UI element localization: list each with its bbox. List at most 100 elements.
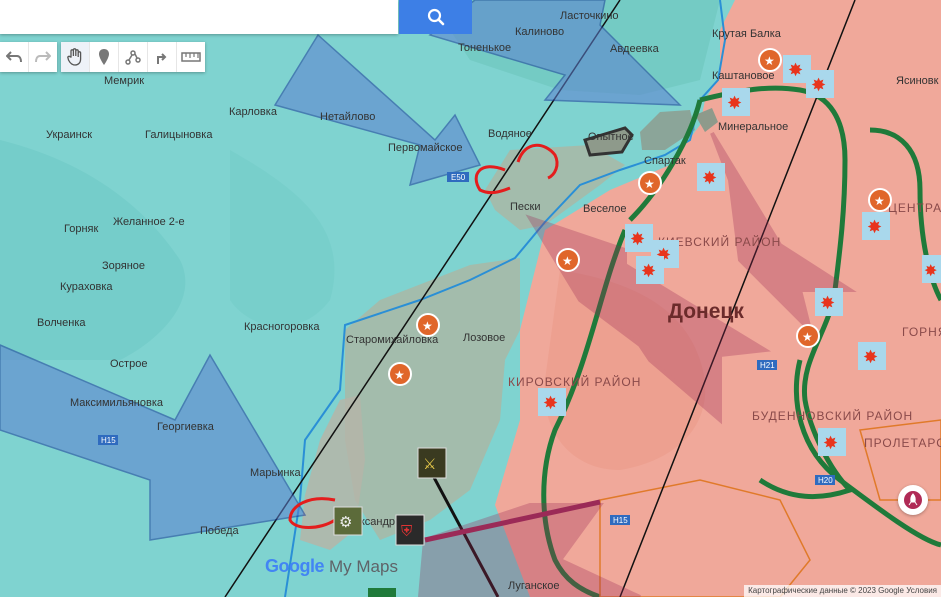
star-marker[interactable]: ★ <box>758 48 782 72</box>
star-marker[interactable]: ★ <box>638 171 662 195</box>
explosion-marker[interactable]: ✸ <box>722 88 750 116</box>
star-marker[interactable]: ★ <box>388 362 412 386</box>
search-bar <box>0 0 472 36</box>
place-label: Авдеевка <box>610 43 660 55</box>
place-label: Ласточкино <box>560 10 619 22</box>
explosion-marker[interactable]: ✸ <box>538 388 566 416</box>
explosion-marker[interactable]: ✸ <box>697 163 725 191</box>
redo-button[interactable] <box>29 42 57 72</box>
star-marker[interactable]: ★ <box>416 313 440 337</box>
place-label: Первомайское <box>388 142 462 154</box>
svg-text:⚙: ⚙ <box>339 513 352 531</box>
undo-icon <box>6 51 22 63</box>
unit-emblem-marker[interactable]: ⚔ <box>417 447 447 479</box>
district-label: КИРОВСКИЙ РАЙОН <box>508 374 641 389</box>
svg-text:✸: ✸ <box>543 393 558 414</box>
road-h21: H21 <box>760 361 775 370</box>
place-label: Водяное <box>488 128 532 140</box>
svg-text:✸: ✸ <box>924 261 937 280</box>
svg-text:★: ★ <box>562 254 573 268</box>
place-label: Острое <box>110 358 147 370</box>
google-my-maps-logo: Google My Maps <box>265 556 398 578</box>
road-e50: E50 <box>451 173 466 182</box>
star-marker[interactable]: ★ <box>556 248 580 272</box>
svg-text:✸: ✸ <box>641 261 656 282</box>
place-marker-button[interactable] <box>898 485 928 515</box>
svg-text:✸: ✸ <box>823 433 838 454</box>
star-marker[interactable]: ★ <box>796 324 820 348</box>
map-canvas[interactable]: E50 H15 H15 H21 H20 Ласточкино Калиново … <box>0 0 941 597</box>
place-label: Опытное <box>588 131 634 143</box>
svg-text:★: ★ <box>394 368 405 382</box>
svg-text:✸: ✸ <box>863 347 878 368</box>
explosion-marker[interactable]: ✸ <box>862 212 890 240</box>
measure-button[interactable] <box>177 42 205 72</box>
place-label: Веселое <box>583 203 626 215</box>
place-label: Кураховка <box>60 281 113 293</box>
unit-emblem-marker[interactable]: ⚙ <box>333 506 363 536</box>
place-label: Георгиевка <box>157 421 215 433</box>
explosion-marker[interactable]: ✸ <box>922 255 941 283</box>
explosion-marker[interactable]: ✸ <box>636 256 664 284</box>
place-label: Пески <box>510 201 540 213</box>
place-label: Крутая Балка <box>712 28 782 40</box>
svg-text:★: ★ <box>764 54 775 68</box>
unit-emblem-marker[interactable] <box>368 588 396 597</box>
history-group <box>0 42 57 72</box>
svg-text:✸: ✸ <box>811 75 826 96</box>
undo-button[interactable] <box>0 42 29 72</box>
place-label: Марьинка <box>250 467 302 479</box>
place-label: Каштановое <box>712 70 775 82</box>
svg-text:★: ★ <box>422 319 433 333</box>
draw-line-icon <box>125 50 141 65</box>
place-label: Галицыновка <box>145 129 213 141</box>
rocket-icon <box>904 491 922 509</box>
district-label: БУДЕННОВСКИЙ РАЙОН <box>752 408 913 423</box>
unit-emblem-marker[interactable]: ⛨ <box>395 514 425 546</box>
place-label: Минеральное <box>718 121 788 133</box>
place-label: Красногоровка <box>244 321 320 333</box>
explosion-marker[interactable]: ✸ <box>815 288 843 316</box>
place-label: Спартак <box>644 155 686 167</box>
place-label: Желанное 2-е <box>113 216 185 228</box>
explosion-marker[interactable]: ✸ <box>818 428 846 456</box>
search-icon <box>427 8 444 26</box>
search-input[interactable] <box>0 0 398 34</box>
svg-text:⛨: ⛨ <box>401 522 412 540</box>
place-label: Мемрик <box>104 75 144 87</box>
road-h15-east: H15 <box>613 516 628 525</box>
explosion-marker[interactable]: ✸ <box>625 224 653 252</box>
district-label: ПРОЛЕТАРСКИЙ РАЙОН <box>864 435 941 450</box>
map-toolbar <box>0 42 205 72</box>
explosion-marker[interactable]: ✸ <box>806 70 834 98</box>
explosion-marker[interactable]: ✸ <box>858 342 886 370</box>
route-icon <box>157 53 167 64</box>
svg-text:★: ★ <box>874 194 885 208</box>
district-label: ЦЕНТРАЛЬНЫЙ <box>888 200 941 215</box>
google-wordmark: Google <box>265 556 325 576</box>
place-label: Ясиновк <box>896 75 939 87</box>
place-label: Тоненькое <box>458 42 511 54</box>
place-label: Нетайлово <box>320 111 375 123</box>
star-marker[interactable]: ★ <box>868 188 892 212</box>
place-label: Калиново <box>515 26 564 38</box>
select-tool-button[interactable] <box>61 42 90 72</box>
svg-text:★: ★ <box>644 177 655 191</box>
draw-line-button[interactable] <box>119 42 148 72</box>
place-label: Лозовое <box>463 332 505 344</box>
hand-icon <box>67 48 82 66</box>
add-marker-button[interactable] <box>90 42 119 72</box>
add-directions-button[interactable] <box>148 42 177 72</box>
map-attribution[interactable]: Картографические данные © 2023 Google Ус… <box>744 585 941 597</box>
svg-text:✸: ✸ <box>727 93 742 114</box>
place-label: Луганское <box>508 580 559 592</box>
svg-text:✸: ✸ <box>788 60 803 81</box>
svg-text:✸: ✸ <box>630 229 645 250</box>
svg-text:⚔: ⚔ <box>423 455 436 473</box>
redo-icon <box>35 51 51 63</box>
road-h20: H20 <box>818 476 833 485</box>
ruler-icon <box>181 52 201 62</box>
search-button[interactable] <box>399 0 472 34</box>
svg-text:✸: ✸ <box>867 217 882 238</box>
marker-icon <box>99 49 109 65</box>
